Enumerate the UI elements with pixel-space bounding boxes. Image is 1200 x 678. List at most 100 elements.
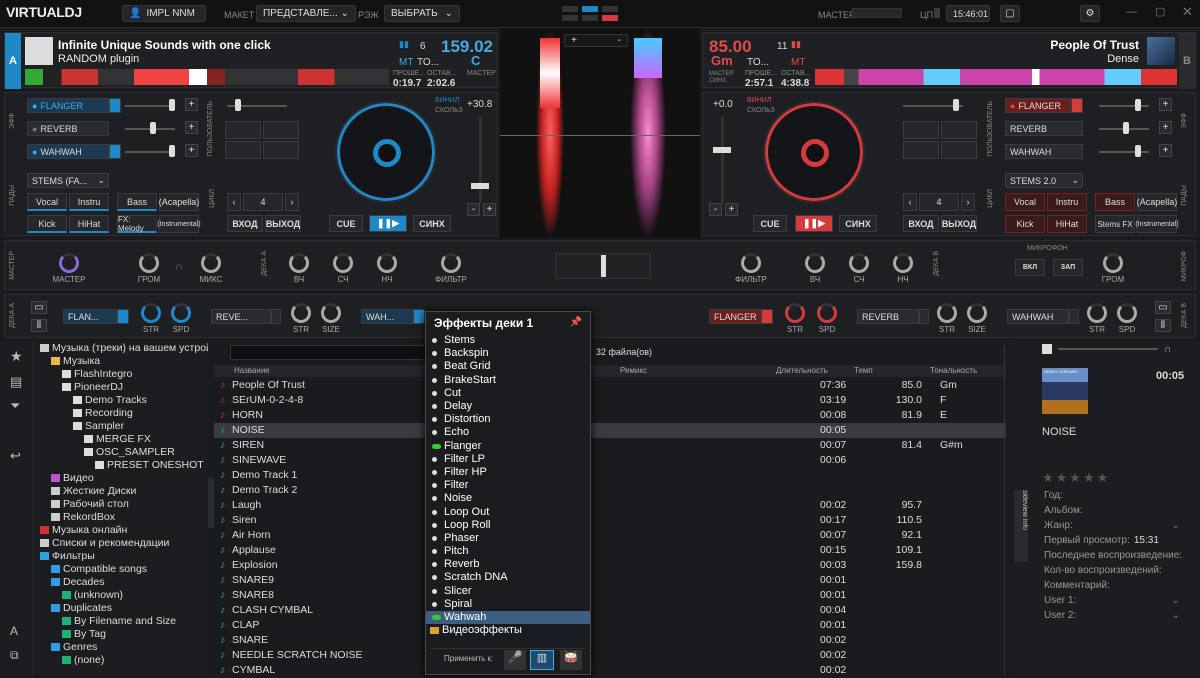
tree-item[interactable]: Жесткие Диски: [36, 485, 208, 498]
fx-menu-item[interactable]: Flanger: [426, 440, 590, 453]
tree-item[interactable]: PRESET ONESHOT: [36, 459, 208, 472]
deck-a-fx-wahwah[interactable]: ● WAHWAH: [27, 144, 109, 159]
table-row[interactable]: ♪ People Of Trust 07:36 85.0 Gm: [214, 378, 1006, 393]
master-knob[interactable]: [59, 253, 79, 273]
zoom-in-icon[interactable]: +: [571, 35, 577, 46]
pad-bass[interactable]: Bass: [1095, 193, 1135, 211]
table-row[interactable]: ♪ SINEWAVE 00:06: [214, 453, 1006, 468]
deck-b-side[interactable]: B: [1179, 33, 1195, 89]
headphone-mix-knob[interactable]: [201, 253, 221, 273]
search-input[interactable]: [230, 345, 430, 360]
pad-instru[interactable]: Instru: [1047, 193, 1087, 211]
deckfx-b-str3-knob[interactable]: [1087, 303, 1107, 323]
chevron-down-icon[interactable]: [271, 309, 281, 324]
table-row[interactable]: ♪ Siren 00:17 110.5: [214, 513, 1006, 528]
mic-rec-button[interactable]: ЗАП: [1053, 259, 1083, 276]
fx-menu-item[interactable]: Scratch DNA: [426, 571, 590, 584]
fx-menu-item[interactable]: Noise: [426, 492, 590, 505]
plus-icon[interactable]: +: [1159, 98, 1172, 111]
loop-out-button[interactable]: ВЫХОД: [941, 215, 977, 232]
microphone-icon[interactable]: 🎤: [504, 650, 526, 670]
window-icon[interactable]: ⧉: [10, 648, 19, 663]
table-row[interactable]: ♪ SNARE 00:02: [214, 633, 1006, 648]
headphone-icon[interactable]: ∩: [1164, 344, 1171, 355]
deck-b-cue-button[interactable]: CUE: [753, 215, 787, 232]
minus-icon[interactable]: -: [467, 203, 480, 216]
deckfx-a-size-knob[interactable]: [321, 303, 341, 323]
sideview-tab[interactable]: sideview info: [1014, 490, 1028, 562]
deckfx-a-fx2[interactable]: REVE...: [211, 309, 271, 324]
pad-instrumental[interactable]: (Instrumental): [1135, 215, 1179, 233]
fx-menu-item[interactable]: BrakeStart: [426, 374, 590, 387]
pad-stems-fx[interactable]: Stems FX: [1095, 215, 1135, 233]
expand-icon[interactable]: ▭: [31, 301, 47, 314]
deck-a-sync-button[interactable]: СИНХ: [413, 215, 451, 232]
zoom-control[interactable]: + -: [564, 34, 628, 47]
col-duration[interactable]: Длительность: [776, 366, 828, 375]
deckfx-b-fx3[interactable]: WAHWAH: [1007, 309, 1069, 324]
table-row[interactable]: ♪ Laugh 00:02 95.7: [214, 498, 1006, 513]
fx-menu-item[interactable]: Wahwah: [426, 610, 590, 625]
plus-icon[interactable]: +: [483, 203, 496, 216]
fx-menu-item[interactable]: Beat Grid: [426, 360, 590, 373]
deck-a-key[interactable]: C: [471, 53, 480, 68]
table-row[interactable]: ♪ SNARE9 00:01: [214, 573, 1006, 588]
deck-a-pitch-handle[interactable]: [471, 183, 489, 189]
tree-item[interactable]: Decades: [36, 576, 208, 589]
fx-menu-item[interactable]: Cut: [426, 387, 590, 400]
pad-acapella[interactable]: (Acapella): [159, 193, 199, 211]
user-pad[interactable]: [903, 141, 939, 159]
chevron-down-icon[interactable]: [1069, 309, 1079, 324]
deck-b-key[interactable]: Gm: [711, 53, 733, 68]
info-field[interactable]: User 1: ⌄: [1044, 595, 1200, 610]
fx-menu-item[interactable]: Phaser: [426, 532, 590, 545]
plus-icon[interactable]: +: [185, 144, 198, 157]
fx-menu-video[interactable]: Видеоэффекты: [426, 624, 590, 637]
deckfx-a-fx3[interactable]: WAH...: [361, 309, 413, 324]
user-slider-handle[interactable]: [953, 99, 959, 111]
deck-b-vinyl-label[interactable]: ВИНИЛ: [747, 97, 771, 104]
tree-item[interactable]: Музыка (треки) на вашем устройстве: [36, 342, 208, 355]
fx-slider-3[interactable]: [125, 151, 175, 153]
fx-menu-item[interactable]: Distortion: [426, 413, 590, 426]
tree-item[interactable]: (unknown): [36, 589, 208, 602]
table-row[interactable]: ♪ Air Horn 00:07 92.1: [214, 528, 1006, 543]
user-pad[interactable]: [263, 121, 299, 139]
fx-slider-handle[interactable]: [150, 122, 156, 134]
fx-slider-handle[interactable]: [1135, 145, 1141, 157]
deck-a-fx-flanger[interactable]: ● FLANGER: [27, 98, 109, 113]
chevron-down-icon[interactable]: [761, 309, 773, 324]
deck-a-pitch-fader[interactable]: [479, 117, 482, 203]
minimize-icon[interactable]: —: [1126, 6, 1137, 18]
fx-menu-item[interactable]: Filter LP: [426, 453, 590, 466]
headphone-volume-knob[interactable]: [139, 253, 159, 273]
fx-menu-item[interactable]: Filter: [426, 479, 590, 492]
chevron-down-icon[interactable]: [109, 144, 121, 159]
chevron-right-icon[interactable]: ›: [285, 193, 299, 211]
mode-select[interactable]: ВЫБРАТЬ ⌄: [384, 5, 460, 22]
fx-slider-3[interactable]: [1099, 151, 1149, 153]
fx-menu-item[interactable]: Loop Roll: [426, 519, 590, 532]
user-pad[interactable]: [225, 141, 261, 159]
layout-indicator[interactable]: [602, 6, 618, 12]
deckfx-b-fx1[interactable]: FLANGER: [709, 309, 761, 324]
tree-item[interactable]: Видео: [36, 472, 208, 485]
user-pad[interactable]: [941, 121, 977, 139]
fx-menu-item[interactable]: Reverb: [426, 558, 590, 571]
tree-item[interactable]: RekordBox: [36, 511, 208, 524]
deckfx-b-spd3-knob[interactable]: [1117, 303, 1137, 323]
deck-a-mid-knob[interactable]: [333, 253, 353, 273]
tree-item[interactable]: FlashIntegro: [36, 368, 208, 381]
fx-menu-item[interactable]: Delay: [426, 400, 590, 413]
layout-indicator[interactable]: [602, 15, 618, 21]
deck-b-hi-knob[interactable]: [805, 253, 825, 273]
plus-icon[interactable]: +: [725, 203, 738, 216]
plus-icon[interactable]: +: [185, 121, 198, 134]
deck-a-side[interactable]: A: [5, 33, 21, 89]
tree-item[interactable]: Музыка: [36, 355, 208, 368]
drum-icon[interactable]: 🥁: [560, 650, 582, 670]
deck-a-bpm[interactable]: 159.02: [441, 37, 493, 57]
pad-bass[interactable]: Bass: [117, 193, 157, 211]
deck-b-filter-knob[interactable]: [741, 253, 761, 273]
deck-a-cue-button[interactable]: CUE: [329, 215, 363, 232]
